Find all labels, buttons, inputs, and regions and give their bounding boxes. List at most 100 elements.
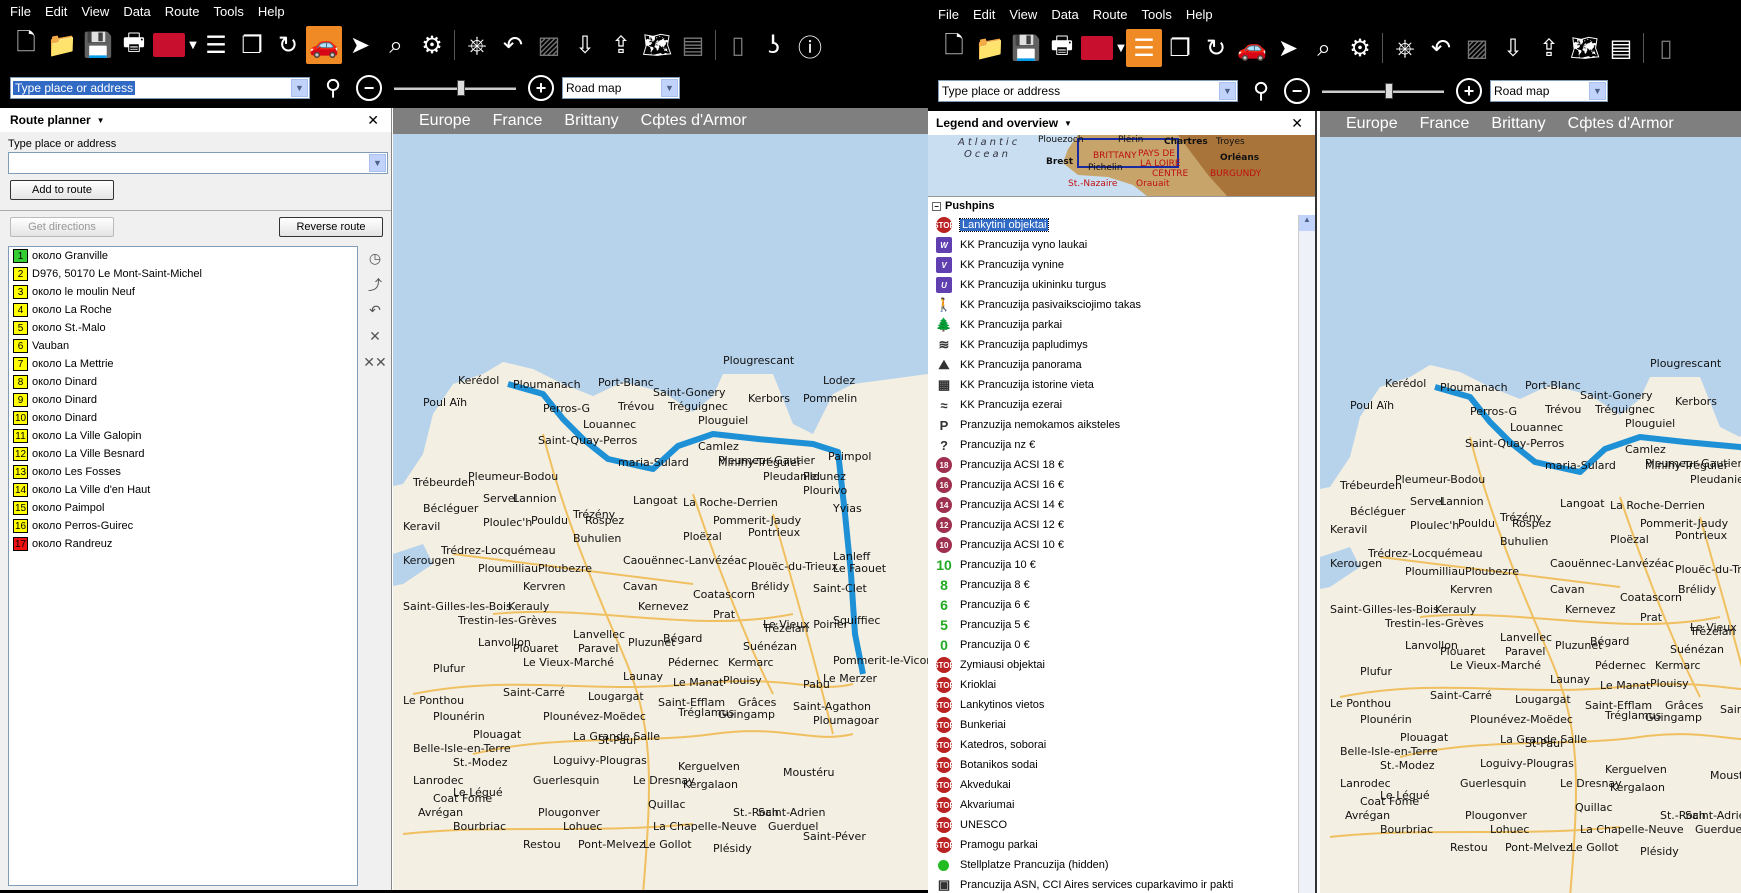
legend-scrollbar[interactable]: ▲ bbox=[1298, 215, 1315, 893]
chevron-down-icon[interactable]: ▼ bbox=[1589, 82, 1606, 100]
search-icon[interactable]: ⚲ bbox=[1246, 76, 1276, 106]
pushpin-item[interactable]: STOP Botanikos sodai bbox=[928, 755, 1297, 775]
navigate-arrow-icon[interactable]: ➤ bbox=[1270, 29, 1306, 67]
reverse-route-button[interactable]: Reverse route bbox=[279, 217, 383, 237]
breadcrumb-brittany[interactable]: Brittany bbox=[564, 112, 618, 130]
pushpin-item[interactable]: ≋ KK Prancuzija papludimys bbox=[928, 335, 1297, 355]
settings-gear-icon[interactable]: ⚙ bbox=[414, 26, 450, 64]
menu-help[interactable]: Help bbox=[1186, 7, 1213, 22]
route-stop-item[interactable]: 16 около Perros-Guirec bbox=[9, 517, 357, 535]
directions-list-icon[interactable]: ▤ bbox=[1603, 29, 1639, 67]
zoom-slider-thumb[interactable] bbox=[456, 80, 465, 96]
breadcrumb-france[interactable]: France bbox=[493, 112, 543, 130]
measure-icon[interactable]: ▨ bbox=[531, 26, 567, 64]
import-icon[interactable]: ⇩ bbox=[567, 26, 603, 64]
steering-wheel-icon[interactable]: ⎈ bbox=[1387, 29, 1423, 67]
find-nearby-icon[interactable]: ⌕ bbox=[1306, 29, 1342, 67]
zoom-slider-thumb[interactable] bbox=[1384, 83, 1393, 99]
import-icon[interactable]: ⇩ bbox=[1495, 29, 1531, 67]
pushpin-item[interactable]: 0 Prancuzija 0 € bbox=[928, 635, 1297, 655]
pushpin-color-button[interactable]: ▼ bbox=[152, 26, 198, 64]
menu-data[interactable]: Data bbox=[1051, 7, 1078, 22]
pushpin-item[interactable]: V KK Prancuzija vynine bbox=[928, 255, 1297, 275]
pushpin-item[interactable]: ▣ Prancuzija ASN, CCI Aires services cupa… bbox=[928, 875, 1297, 893]
chevron-down-icon[interactable]: ▼ bbox=[97, 116, 105, 125]
pushpin-item[interactable]: STOP Krioklai bbox=[928, 675, 1297, 695]
route-stop-item[interactable]: 1 около Granville bbox=[9, 247, 357, 265]
chevron-down-icon[interactable]: ▼ bbox=[1064, 119, 1072, 128]
chevron-down-icon[interactable]: ▼ bbox=[291, 79, 308, 97]
clear-all-icon[interactable]: ✕✕ bbox=[363, 350, 386, 376]
map-view[interactable]: Europe France Brittany Cфtes d'Armor Plo… bbox=[393, 108, 928, 890]
route-stop-item[interactable]: 14 около La Ville d'en Haut bbox=[9, 481, 357, 499]
menu-data[interactable]: Data bbox=[123, 4, 150, 19]
save-icon[interactable]: 💾 bbox=[80, 26, 116, 64]
route-stop-item[interactable]: 5 около St.-Malo bbox=[9, 319, 357, 337]
copy-icon[interactable]: ❐ bbox=[1162, 29, 1198, 67]
search-input[interactable]: Type place or address ▼ bbox=[10, 77, 310, 99]
pushpin-item[interactable]: 5 Prancuzija 5 € bbox=[928, 615, 1297, 635]
zoom-slider[interactable] bbox=[390, 77, 520, 99]
chevron-down-icon[interactable]: ▼ bbox=[661, 79, 678, 97]
zoom-slider[interactable] bbox=[1318, 80, 1448, 102]
map-style-select[interactable]: Road map ▼ bbox=[1490, 80, 1608, 102]
route-place-input[interactable]: ▼ bbox=[8, 152, 388, 174]
pushpin-item[interactable]: ▦ KK Prancuzija istorine vieta bbox=[928, 375, 1297, 395]
route-planner-title[interactable]: Route planner bbox=[10, 113, 91, 127]
breadcrumb-brittany[interactable]: Brittany bbox=[1491, 115, 1545, 133]
settings-gear-icon[interactable]: ⚙ bbox=[1342, 29, 1378, 67]
help-icon[interactable]: ⓘ bbox=[792, 26, 828, 64]
list-icon[interactable]: ☰ bbox=[198, 26, 234, 64]
gps-device-icon[interactable]: ▯ bbox=[1648, 29, 1684, 67]
menu-help[interactable]: Help bbox=[258, 4, 285, 19]
pushpin-item[interactable]: STOP Zymiausi objektai bbox=[928, 655, 1297, 675]
route-stop-item[interactable]: 11 около La Ville Galopin bbox=[9, 427, 357, 445]
menu-view[interactable]: View bbox=[81, 4, 109, 19]
menu-edit[interactable]: Edit bbox=[973, 7, 995, 22]
breadcrumb-cotes-darmor[interactable]: Cфtes d'Armor bbox=[1568, 115, 1674, 133]
pushpin-item[interactable]: ? Prancuzija nz € bbox=[928, 435, 1297, 455]
route-stop-item[interactable]: 10 около Dinard bbox=[9, 409, 357, 427]
pushpin-item[interactable]: STOP Lankytinos vietos bbox=[928, 695, 1297, 715]
menu-file[interactable]: File bbox=[10, 4, 31, 19]
map-view[interactable]: Europe France Brittany Cфtes d'Armor Plo… bbox=[1320, 111, 1741, 893]
add-route-icon[interactable]: ↻ bbox=[1198, 29, 1234, 67]
route-stop-item[interactable]: 2 D976, 50170 Le Mont-Saint-Michel bbox=[9, 265, 357, 283]
pushpin-list[interactable]: STOP Lankytini objektai W KK Prancuzija vyn… bbox=[928, 215, 1297, 893]
open-folder-icon[interactable]: 📁 bbox=[44, 26, 80, 64]
map-icon[interactable]: 🗺 bbox=[639, 26, 675, 64]
route-stop-item[interactable]: 9 около Dinard bbox=[9, 391, 357, 409]
pushpin-item[interactable]: 12 Prancuzija ACSI 12 € bbox=[928, 515, 1297, 535]
route-stop-item[interactable]: 3 около le moulin Neuf bbox=[9, 283, 357, 301]
menu-tools[interactable]: Tools bbox=[1141, 7, 1171, 22]
map-style-select[interactable]: Road map ▼ bbox=[562, 77, 680, 99]
scroll-up-icon[interactable]: ▲ bbox=[1299, 215, 1315, 231]
zoom-in-icon[interactable]: + bbox=[528, 75, 554, 101]
pushpin-item[interactable]: 14 Prancuzija ACSI 14 € bbox=[928, 495, 1297, 515]
pushpin-item[interactable]: STOP Lankytini objektai bbox=[928, 215, 1297, 235]
route-planner-car-icon[interactable]: 🚗 bbox=[1234, 29, 1270, 67]
breadcrumb-europe[interactable]: Europe bbox=[419, 112, 471, 130]
legend-title[interactable]: Legend and overview bbox=[936, 116, 1058, 130]
pushpin-item[interactable]: STOP Katedros, soborai bbox=[928, 735, 1297, 755]
zoom-out-icon[interactable]: − bbox=[356, 75, 382, 101]
legend-list-icon[interactable]: ☰ bbox=[1126, 29, 1162, 67]
copy-icon[interactable]: ❐ bbox=[234, 26, 270, 64]
pushpin-color-button[interactable]: ▼ bbox=[1080, 29, 1126, 67]
close-icon[interactable]: ✕ bbox=[367, 112, 379, 129]
pushpin-item[interactable]: 18 Prancuzija ACSI 18 € bbox=[928, 455, 1297, 475]
print-icon[interactable]: 🖶 bbox=[116, 26, 152, 64]
pushpin-item[interactable]: Stellplatze Prancuzija (hidden) bbox=[928, 855, 1297, 875]
close-icon[interactable]: ✕ bbox=[1291, 115, 1303, 132]
pushpin-item[interactable]: U KK Prancuzija ukininku turgus bbox=[928, 275, 1297, 295]
pushpin-item[interactable]: STOP Akvedukai bbox=[928, 775, 1297, 795]
export-icon[interactable]: ⇪ bbox=[1531, 29, 1567, 67]
measure-icon[interactable]: ▨ bbox=[1459, 29, 1495, 67]
print-icon[interactable]: 🖶 bbox=[1044, 29, 1080, 67]
pushpin-item[interactable]: 🌲 KK Prancuzija parkai bbox=[928, 315, 1297, 335]
route-stop-item[interactable]: 15 около Paimpol bbox=[9, 499, 357, 517]
new-document-icon[interactable]: 🗋 bbox=[8, 26, 44, 64]
chevron-down-icon[interactable]: ▼ bbox=[369, 154, 386, 172]
route-stop-item[interactable]: 4 около La Roche bbox=[9, 301, 357, 319]
search-icon[interactable]: ⚲ bbox=[318, 73, 348, 103]
